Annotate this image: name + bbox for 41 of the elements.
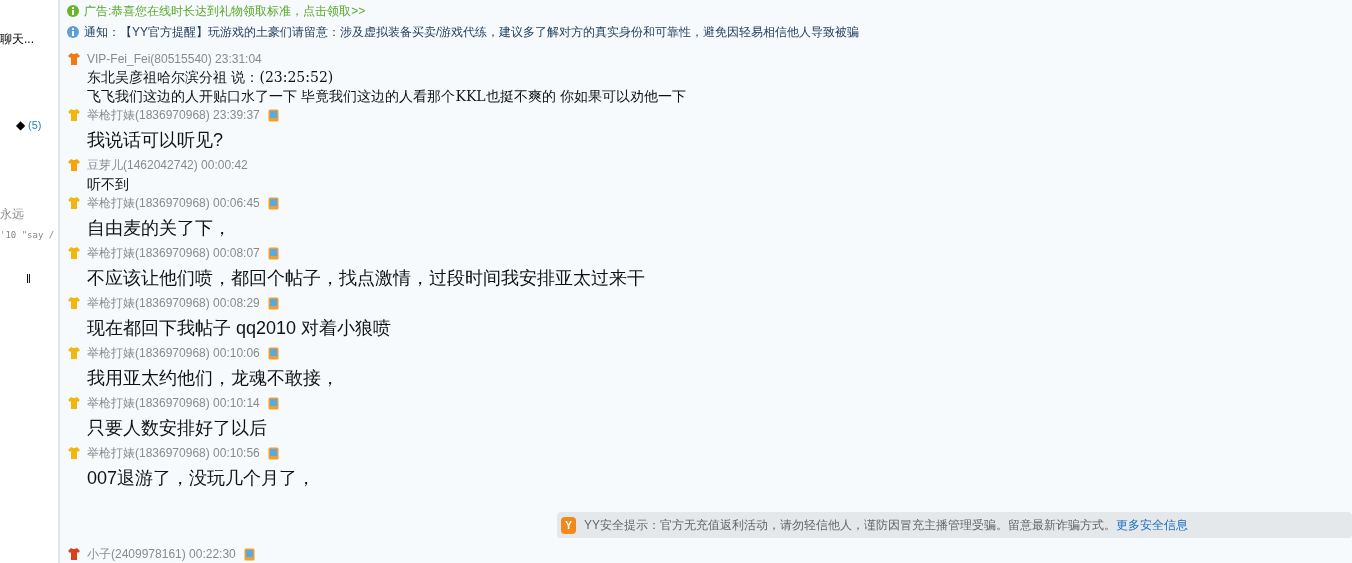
phone-icon xyxy=(243,547,255,561)
message-text: 我用亚太约他们，龙魂不敢接， xyxy=(87,367,340,390)
sender-line: 举枪打婊(1836970968) 00:10:06 xyxy=(87,345,260,362)
diamond-icon: ◆ xyxy=(16,116,25,134)
sender-line: 举枪打婊(1836970968) 00:08:07 xyxy=(87,245,260,262)
sender-line: 举枪打婊(1836970968) 00:10:56 xyxy=(87,445,260,462)
message-text: 现在都回下我帖子 qq2010 对着小狼喷 xyxy=(87,317,393,340)
message-text: 听不到 xyxy=(87,175,130,194)
phone-icon xyxy=(267,196,279,210)
message-text: 我说话可以听见? xyxy=(87,129,224,152)
phone-icon xyxy=(267,246,279,260)
phone-icon xyxy=(267,346,279,360)
message-text: 自由麦的关了下， xyxy=(87,217,232,240)
info-icon xyxy=(67,26,79,39)
message-text: 只要人数安排好了以后 xyxy=(87,417,268,440)
message-text: 007退游了，没玩几个月了， xyxy=(87,467,317,490)
sidebar-text: ‖ xyxy=(26,271,31,288)
sender-line: 豆芽儿(1462042742) 00:00:42 xyxy=(87,157,248,174)
sender-line: 举枪打婊(1836970968) 00:06:45 xyxy=(87,195,260,212)
tip-text: YY安全提示：官方无充值返利活动，请勿轻信他人，谨防因冒充主播管理受骗。留意最新诈骗方式。更多安全信息 xyxy=(584,517,1188,534)
message-text: 东北吴彦祖哈尔滨分祖 说：(23:25:52) xyxy=(87,68,335,87)
notice-text: 通知：【YY官方提醒】玩游戏的土豪们请留意：涉及虚拟装备买卖/游戏代练，建议多了解对方的真实身份和可靠性，避免因轻易相信他人导致被骗 xyxy=(84,24,860,42)
count-text: (5) xyxy=(28,118,42,133)
notice-text[interactable]: 广告:恭喜您在线时长达到礼物领取标准，点击领取>> xyxy=(84,2,366,21)
phone-icon xyxy=(267,108,279,122)
info-icon xyxy=(67,5,79,18)
sidebar-text: 永远 xyxy=(0,206,24,223)
phone-icon xyxy=(267,446,279,460)
sender-line: 举枪打婊(1836970968) 00:10:14 xyxy=(87,395,260,412)
sender-line: 举枪打婊(1836970968) 23:39:37 xyxy=(87,107,260,124)
message-text: 飞飞我们这边的人开贴口水了一下 毕竟我们这边的人看那个KKL也挺不爽的 你如果可以劝他一下 xyxy=(87,87,688,106)
sender-line: 举枪打婊(1836970968) 00:08:29 xyxy=(87,295,260,312)
sender-line: VIP-Fei_Fei(80515540) 23:31:04 xyxy=(87,51,262,68)
shield-icon: Y xyxy=(561,516,576,534)
sidebar-text: '10 "say / xyxy=(0,229,55,242)
sidebar-text: 聊天... xyxy=(0,31,34,48)
message-text: 不应该让他们喷，都回个帖子，找点激情，过段时间我安排亚太过来干 xyxy=(87,267,646,290)
phone-icon xyxy=(267,296,279,310)
phone-icon xyxy=(267,396,279,410)
more-link[interactable]: 更多安全信息 xyxy=(1116,518,1188,532)
sender-line: 小子(2409978161) 00:22:30 xyxy=(87,546,236,563)
